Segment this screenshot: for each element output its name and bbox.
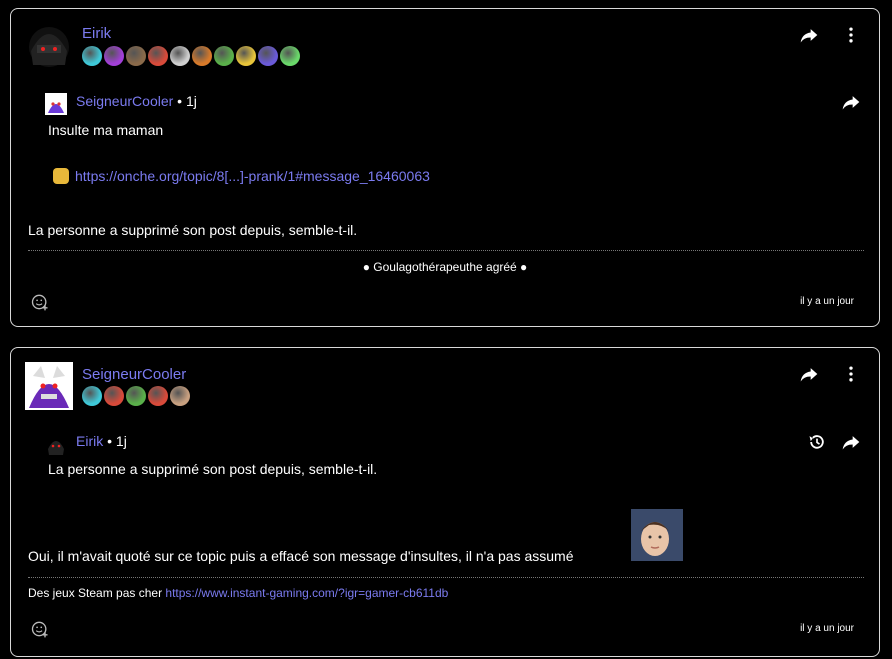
badge-icon[interactable] — [126, 386, 146, 406]
badge-icon[interactable] — [170, 46, 190, 66]
quote-block: SeigneurCooler • 1j Insulte ma maman htt… — [45, 93, 861, 193]
quote-avatar[interactable] — [45, 93, 67, 115]
share-icon[interactable] — [841, 432, 861, 452]
emoji-icon — [53, 168, 69, 184]
post-actions — [799, 364, 861, 384]
post-card: Eirik SeigneurCooler • 1j Insulte ma mam… — [10, 8, 880, 327]
quote-actions — [841, 92, 861, 112]
post-card: SeigneurCooler Eirik • 1j La personne a … — [10, 347, 880, 657]
signature: ● Goulagothérapeuthe agréé ● — [362, 260, 528, 274]
signature-divider — [28, 577, 864, 578]
more-vert-icon[interactable] — [841, 364, 861, 384]
post-timestamp: il y a un jour — [800, 623, 854, 634]
badge-icon[interactable] — [126, 46, 146, 66]
badge-icon[interactable] — [192, 46, 212, 66]
badge-icon[interactable] — [148, 46, 168, 66]
badge-icon[interactable] — [82, 46, 102, 66]
sticker-image[interactable] — [631, 509, 683, 561]
badge-icon[interactable] — [258, 46, 278, 66]
signature-divider — [28, 250, 864, 251]
badge-icon[interactable] — [236, 46, 256, 66]
avatar[interactable] — [25, 362, 73, 410]
history-icon[interactable] — [807, 432, 827, 452]
badge-icon[interactable] — [82, 386, 102, 406]
badge-icon[interactable] — [214, 46, 234, 66]
badge-icon[interactable] — [104, 46, 124, 66]
signature-text: Des jeux Steam pas cher — [28, 586, 166, 600]
share-icon[interactable] — [799, 25, 819, 45]
add-reaction-icon[interactable] — [30, 619, 50, 639]
post-timestamp: il y a un jour — [800, 296, 854, 307]
badge-icon[interactable] — [280, 46, 300, 66]
signature-link[interactable]: https://www.instant-gaming.com/?igr=game… — [165, 586, 448, 600]
quote-actions — [807, 432, 861, 452]
quote-author[interactable]: Eirik • 1j — [76, 433, 127, 449]
add-reaction-icon[interactable] — [30, 292, 50, 312]
quote-link[interactable]: https://onche.org/topic/8[...]-prank/1#m… — [75, 168, 430, 184]
post-body: La personne a supprimé son post depuis, … — [28, 222, 358, 238]
share-icon[interactable] — [841, 92, 861, 112]
badge-icon[interactable] — [148, 386, 168, 406]
signature: Des jeux Steam pas cher https://www.inst… — [28, 586, 448, 600]
more-vert-icon[interactable] — [841, 25, 861, 45]
quote-time: • 1j — [103, 433, 127, 449]
quote-text: La personne a supprimé son post depuis, … — [48, 461, 378, 477]
author-name[interactable]: Eirik — [82, 25, 111, 42]
badges — [82, 46, 300, 66]
quote-avatar[interactable] — [45, 433, 67, 455]
quote-text: Insulte ma maman — [48, 122, 164, 138]
post-actions — [799, 25, 861, 45]
quote-time: • 1j — [173, 93, 197, 109]
post-body-text: Oui, il m'avait quoté sur ce topic puis … — [28, 548, 574, 564]
badge-icon[interactable] — [104, 386, 124, 406]
badge-icon[interactable] — [170, 386, 190, 406]
badges — [82, 386, 190, 406]
share-icon[interactable] — [799, 364, 819, 384]
post-body: Oui, il m'avait quoté sur ce topic puis … — [28, 548, 574, 564]
quote-author[interactable]: SeigneurCooler • 1j — [76, 93, 197, 109]
quote-block: Eirik • 1j La personne a supprimé son po… — [45, 433, 861, 493]
quote-link-row: https://onche.org/topic/8[...]-prank/1#m… — [53, 168, 430, 184]
avatar[interactable] — [25, 21, 73, 69]
author-name[interactable]: SeigneurCooler — [82, 366, 186, 383]
